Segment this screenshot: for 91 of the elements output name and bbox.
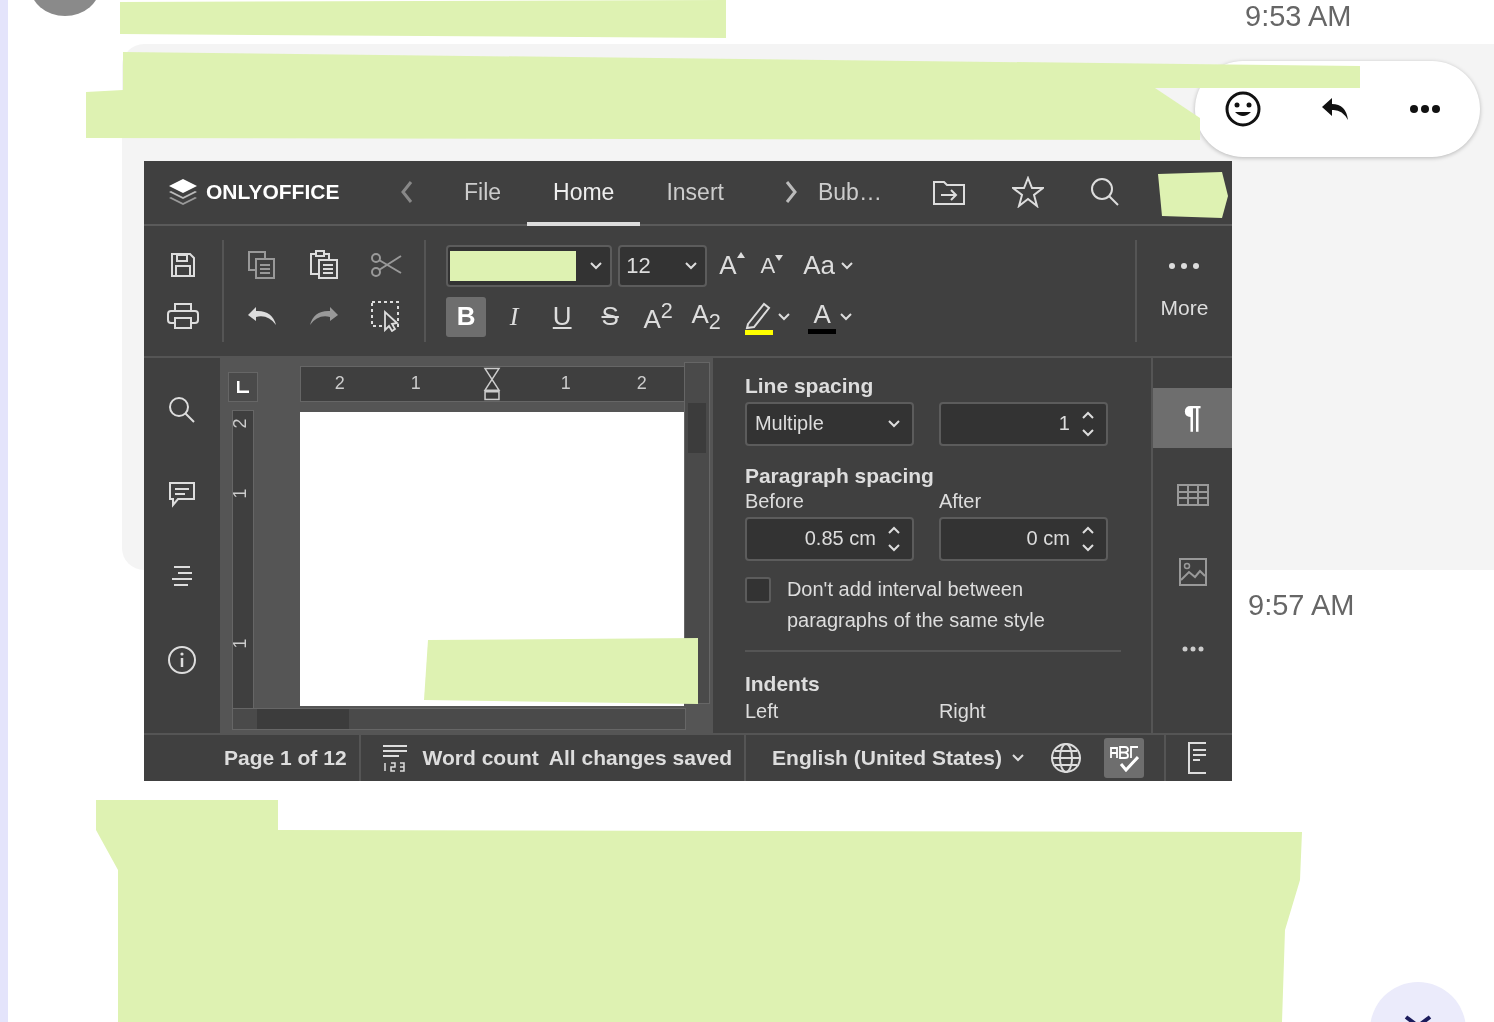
checkbox-label: Don't add interval between paragraphs of the same style (786, 576, 1046, 633)
field-label: Before (744, 489, 805, 513)
comment-icon[interactable] (167, 480, 196, 509)
menu-tab[interactable]: Home (527, 162, 641, 226)
menu-tab[interactable]: Bub… (817, 162, 902, 226)
globe-icon[interactable] (1049, 742, 1082, 774)
caret-icon (778, 312, 791, 321)
line-spacing-field[interactable]: 1 (938, 401, 1108, 446)
indent-marker-icon[interactable] (482, 366, 501, 401)
smiley-icon[interactable] (1224, 90, 1263, 128)
font-color-button[interactable]: A (808, 296, 853, 337)
caret-up-icon (736, 252, 745, 259)
spellcheck-icon (1108, 744, 1139, 772)
dots-icon (1168, 261, 1201, 270)
caret-down-icon (775, 254, 784, 261)
paste-icon[interactable] (309, 249, 340, 280)
format-button[interactable]: A$^{2}$ (638, 296, 679, 337)
image-icon (1178, 557, 1207, 586)
menu-tab[interactable]: File (438, 162, 528, 226)
format-button[interactable]: B (446, 296, 487, 337)
save-status: All changes saved (548, 746, 733, 770)
caret-icon (887, 419, 900, 428)
checkbox[interactable] (744, 576, 771, 603)
redo-icon[interactable] (308, 304, 341, 327)
paragraph-settings-tab[interactable]: ¶ (1153, 387, 1232, 448)
line-spacing-dropdown[interactable]: Multiple (744, 401, 914, 446)
scissors-icon[interactable] (370, 251, 403, 278)
search-icon[interactable] (1089, 177, 1120, 208)
copy-icon[interactable] (247, 249, 278, 280)
review-icon[interactable] (1187, 742, 1206, 774)
folder-icon[interactable] (931, 178, 966, 207)
field-label: Right (938, 699, 987, 723)
ruler-number: 1 (229, 638, 251, 649)
more-button[interactable]: More (1136, 225, 1232, 356)
section-title: Indents (744, 671, 821, 696)
dots-icon (1181, 645, 1204, 652)
logo-icon (168, 178, 198, 207)
more-icon[interactable] (1408, 104, 1441, 114)
reply-icon[interactable] (1320, 96, 1351, 122)
tab-stop-icon (236, 380, 249, 393)
format-button[interactable]: U (542, 296, 583, 337)
page-indicator[interactable]: Page 1 of 12 (224, 746, 347, 770)
tab-stop-button[interactable] (227, 371, 258, 402)
ruler-number: 2 (334, 372, 345, 394)
search-icon[interactable] (167, 395, 196, 424)
save-icon[interactable] (169, 251, 198, 280)
spin-arrows-icon[interactable] (887, 525, 900, 552)
spin-arrows-icon[interactable] (1081, 525, 1094, 552)
chevron-right-icon[interactable] (783, 180, 798, 205)
field-label: Left (744, 699, 780, 723)
star-icon[interactable] (1011, 176, 1044, 209)
field-label: After (938, 489, 983, 513)
font-size-value: 12 (626, 252, 651, 279)
language-selector[interactable]: English (United States) (772, 746, 1024, 770)
format-button[interactable]: A$_{2}$ (686, 296, 727, 337)
spacing-before-field[interactable]: 0.85 cm (744, 516, 914, 561)
decrease-font-button[interactable]: A (760, 252, 784, 279)
change-case-button[interactable]: Aa (803, 250, 853, 282)
spellcheck-button[interactable] (1103, 738, 1144, 778)
caret-icon (590, 261, 603, 270)
section-title: Paragraph spacing (744, 463, 935, 488)
ruler-number: 2 (229, 418, 251, 429)
table-icon (1176, 483, 1209, 506)
info-icon[interactable] (166, 644, 197, 675)
caret-icon (1011, 754, 1024, 762)
app-name: ONLYOFFICE (206, 180, 340, 205)
horizontal-ruler[interactable]: 2 1 1 2 (299, 365, 686, 402)
section-title: Line spacing (744, 373, 875, 398)
word-count-button[interactable]: Word count (422, 746, 539, 770)
font-name-field[interactable] (446, 244, 613, 287)
ruler-number: 2 (636, 372, 647, 394)
caret-icon (841, 261, 853, 270)
ruler-number: 1 (410, 372, 421, 394)
format-button[interactable]: I (494, 296, 535, 337)
timestamp: 9:53 AM (1245, 0, 1352, 33)
word-count-icon[interactable] (380, 743, 409, 773)
caret-icon (840, 312, 853, 321)
ruler-number: 1 (560, 372, 571, 394)
menu-tab[interactable]: Insert (640, 162, 750, 226)
font-size-field[interactable]: 12 (618, 244, 708, 287)
timestamp: 9:57 AM (1248, 589, 1355, 622)
caret-icon (685, 261, 698, 270)
print-icon[interactable] (166, 302, 201, 331)
spacing-after-field[interactable]: 0 cm (938, 516, 1108, 561)
chevron-left-icon[interactable] (400, 180, 414, 205)
horizontal-scrollbar[interactable] (231, 707, 686, 730)
format-button[interactable]: S (590, 296, 631, 337)
ruler-number: 1 (229, 488, 251, 499)
spin-arrows-icon[interactable] (1081, 410, 1094, 437)
redaction-mark (1158, 172, 1228, 218)
increase-font-button[interactable]: A (719, 250, 745, 282)
